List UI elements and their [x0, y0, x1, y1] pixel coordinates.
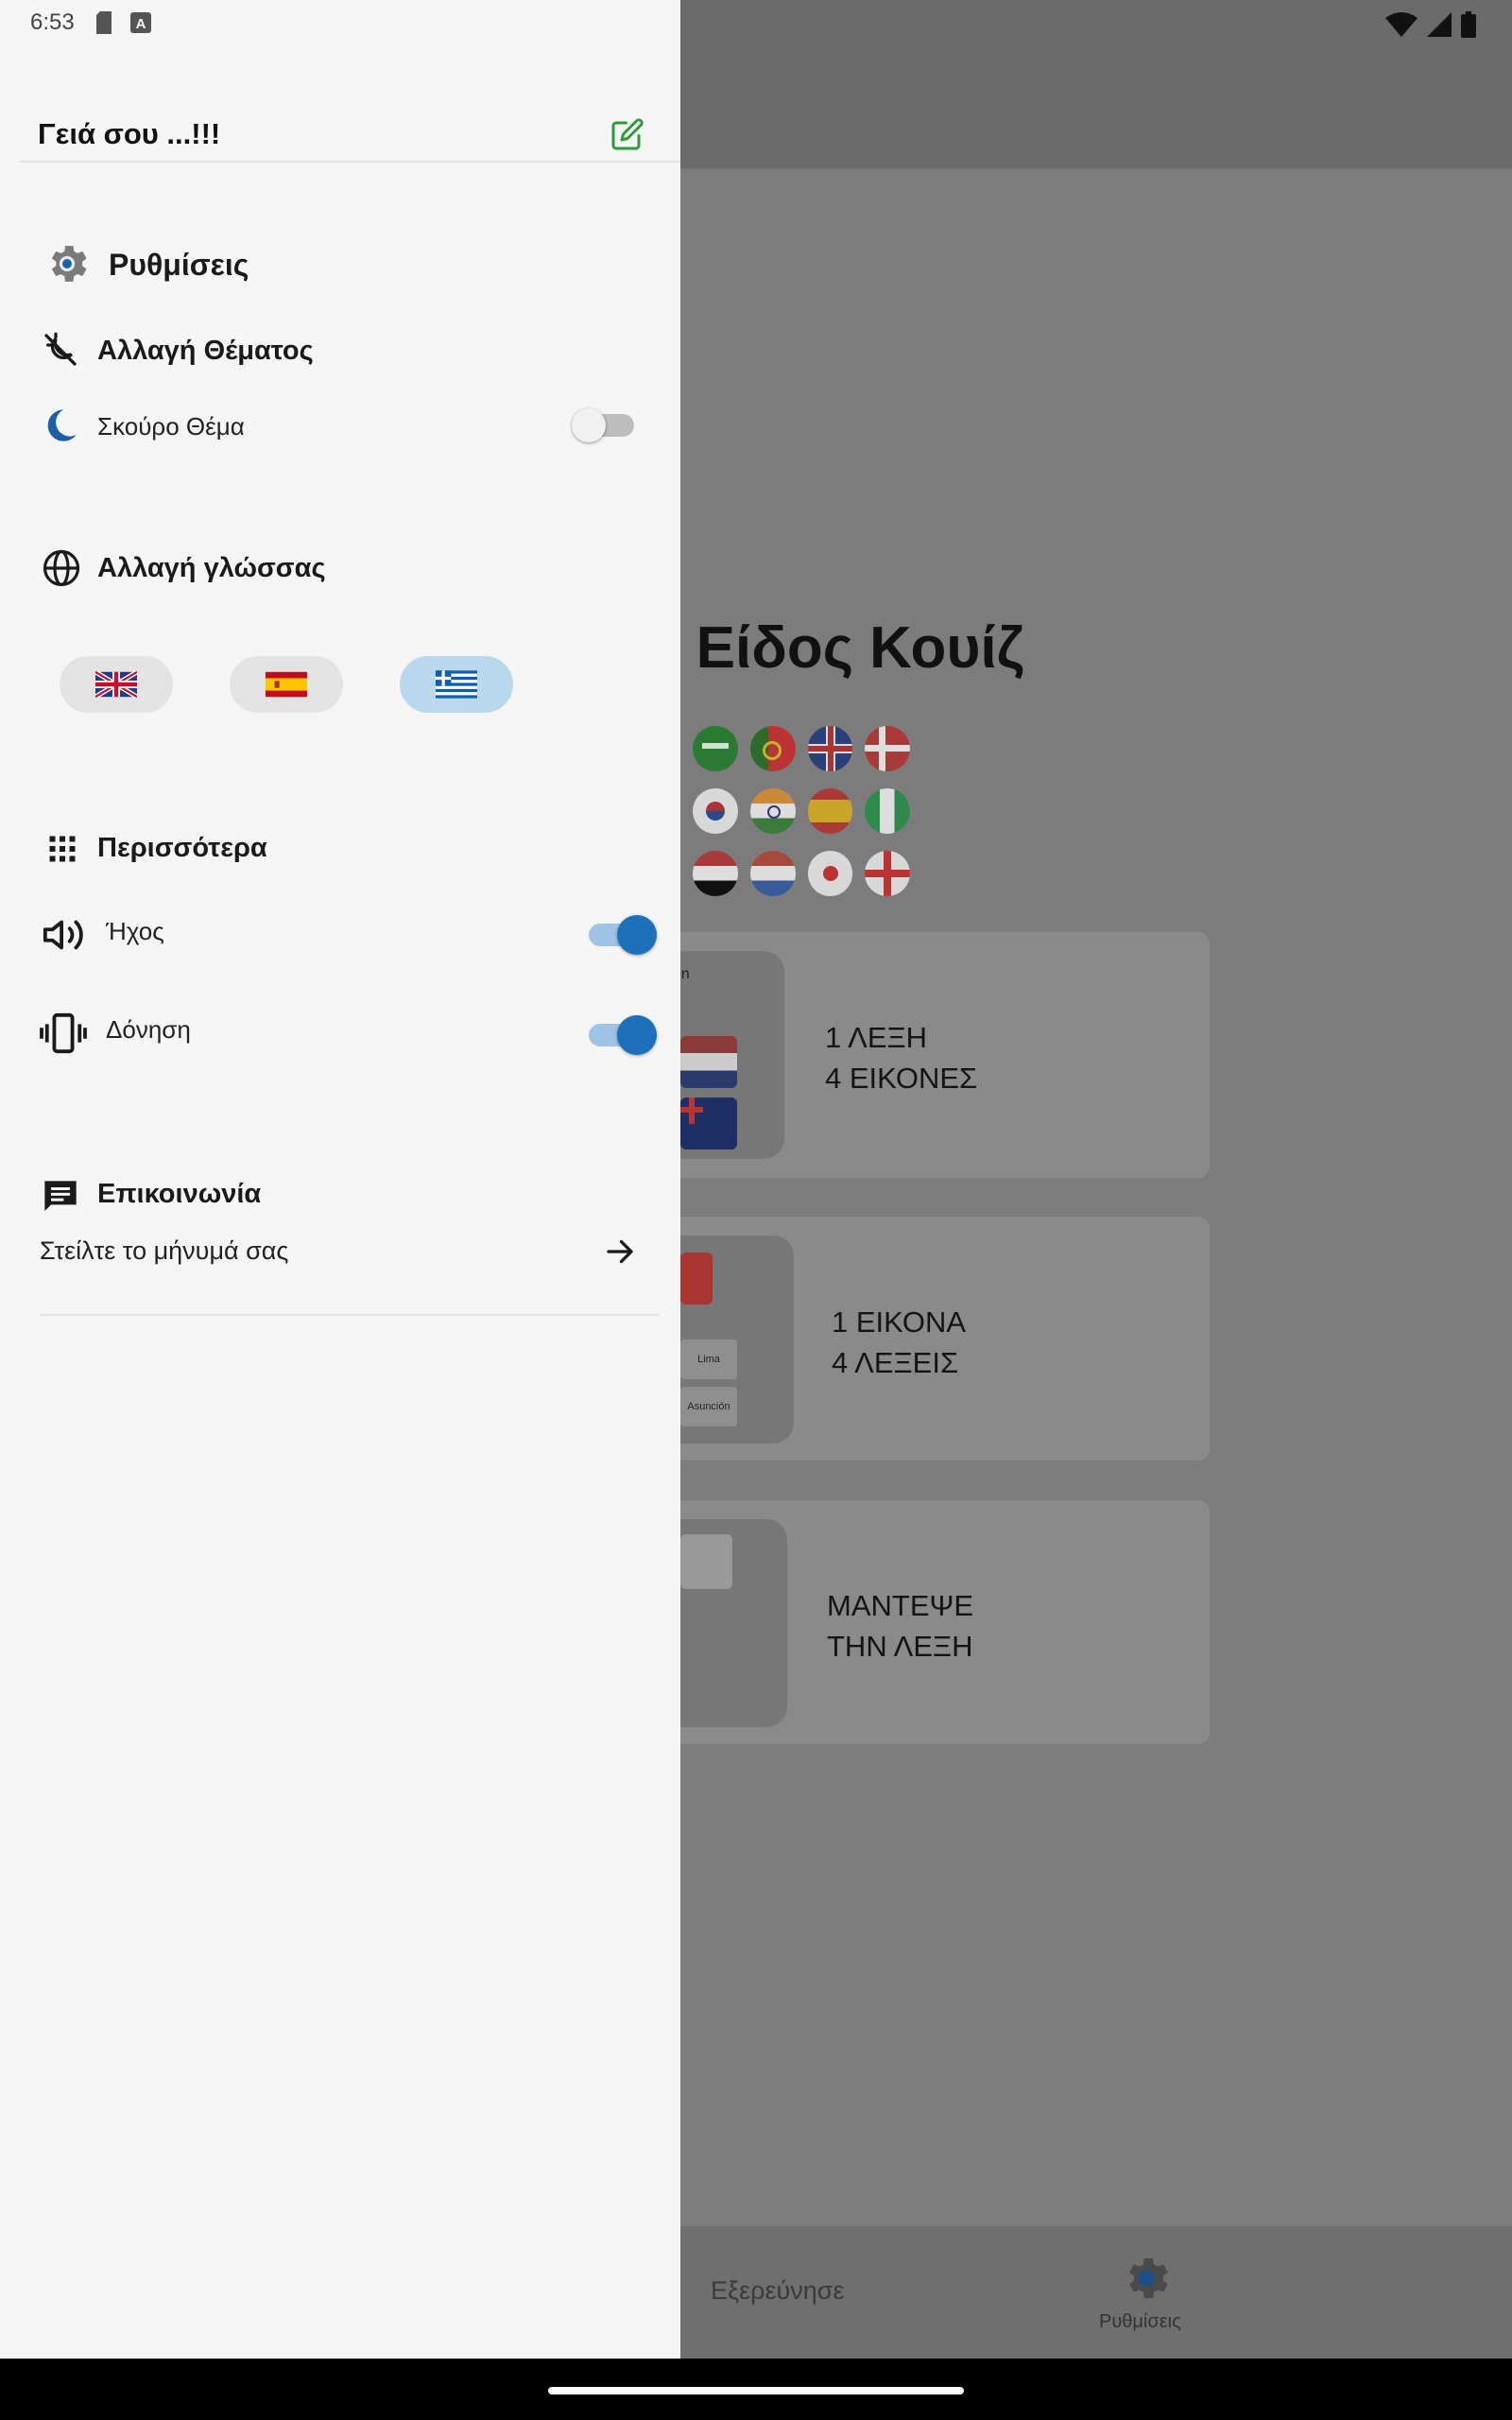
quiz-type-title: ε Είδος Κουίζ [652, 615, 1024, 681]
answer-chip-lima: Lima [680, 1340, 737, 1379]
answer-chip-asuncion: Asunción [680, 1387, 737, 1426]
australia-mini-flag-icon [680, 1098, 737, 1150]
sd-card-icon [96, 11, 112, 34]
nav-explore-label[interactable]: Εξερεύνησε [711, 2276, 845, 2306]
header-divider [19, 161, 680, 163]
language-section-title: Αλλαγή γλώσσας [97, 553, 326, 583]
apps-grid-icon [49, 836, 76, 862]
quiz-card-3-line2: ΤΗΝ ΛΕΞΗ [827, 1630, 973, 1663]
status-icons-left: A [94, 11, 151, 34]
wifi-icon [1385, 12, 1418, 37]
dark-theme-switch[interactable] [572, 408, 638, 442]
quiz-card-3-line1: ΜΑΝΤΕΨΕ [827, 1589, 974, 1622]
japan-flag-icon [807, 851, 853, 896]
vibration-icon [40, 1012, 87, 1054]
theme-section-title: Αλλαγή Θέματος [97, 336, 314, 366]
england-flag-icon [865, 851, 910, 896]
arrow-right-icon[interactable] [603, 1235, 637, 1269]
netherlands-flag-icon [749, 851, 796, 896]
quiz-card-1-line1: 1 ΛΕΞΗ [825, 1021, 928, 1054]
sound-label: Ήχος [106, 917, 164, 945]
cell-signal-icon [1427, 12, 1452, 37]
denmark-flag-icon [865, 726, 910, 771]
svg-text:A: A [136, 16, 146, 32]
settings-title: Ρυθμίσεις [109, 248, 249, 282]
home-gesture-handle[interactable] [548, 2387, 964, 2394]
portugal-flag-icon [749, 726, 796, 771]
word-box [680, 1534, 732, 1589]
spain-flag-icon [807, 788, 853, 834]
uk-flag-icon [807, 726, 853, 771]
india-flag-icon [749, 788, 796, 834]
language-english-button[interactable] [60, 656, 173, 713]
country-flags-grid [693, 726, 910, 913]
quiz-card-2-thumbnail: Lima Asunción [662, 1236, 794, 1443]
edit-name-icon[interactable] [610, 117, 644, 151]
vibration-switch-thumb [617, 1015, 657, 1055]
status-time: 6:53 [30, 9, 75, 35]
message-icon [44, 1181, 77, 1211]
quiz-card-1[interactable]: on 1 ΛΕΞΗ 4 ΕΙΚΟΝΕΣ [662, 932, 1210, 1178]
speaker-icon [43, 920, 83, 950]
system-gesture-area [0, 2359, 1512, 2420]
moon-icon [47, 409, 77, 441]
navigation-drawer: Γειά σου ...!!! Ρυθμίσεις Αλλαγή Θέματος… [0, 0, 680, 2359]
dark-theme-label: Σκούρο Θέμα [97, 412, 245, 441]
contact-section-title: Επικοινωνία [97, 1179, 262, 1209]
language-spanish-button[interactable] [230, 656, 343, 713]
status-icons-right [1385, 11, 1476, 38]
letter-keys [680, 1661, 728, 1718]
send-message-label: Στείλτε το μήνυμά σας [40, 1236, 289, 1265]
theme-change-icon [44, 332, 77, 366]
saudi-flag-icon [693, 726, 738, 771]
sound-switch[interactable] [589, 915, 657, 955]
quiz-card-2-line2: 4 ΛΕΞΕΙΣ [832, 1346, 959, 1379]
vibration-label: Δόνηση [106, 1015, 191, 1044]
battery-icon [1461, 11, 1476, 38]
spain-flag-icon [266, 671, 307, 698]
settings-gear-icon [51, 246, 87, 282]
globe-icon [43, 549, 80, 587]
dark-theme-switch-thumb [572, 408, 606, 442]
vibration-switch[interactable] [589, 1015, 657, 1055]
nigeria-flag-icon [865, 788, 910, 834]
quiz-card-2[interactable]: Lima Asunción 1 ΕΙΚΟΝΑ 4 ΛΕΞΕΙΣ [662, 1217, 1210, 1461]
netherlands-mini-flag-icon [680, 1036, 737, 1088]
font-a-icon: A [130, 12, 151, 33]
send-message-row[interactable]: Στείλτε το μήνυμά σας [40, 1229, 644, 1276]
quiz-card-3[interactable]: ΜΑΝΤΕΨΕ ΤΗΝ ΛΕΞΗ [662, 1500, 1210, 1744]
settings-gear-nav-icon[interactable] [1118, 2250, 1175, 2307]
quiz-card-2-line1: 1 ΕΙΚΟΝΑ [832, 1305, 967, 1339]
peru-mini-flag-icon [680, 1253, 713, 1305]
south-korea-flag-icon [693, 788, 738, 834]
greeting-title: Γειά σου ...!!! [38, 117, 221, 150]
quiz-card-1-line2: 4 ΕΙΚΟΝΕΣ [825, 1062, 978, 1095]
uk-flag-icon [95, 671, 137, 698]
sound-switch-thumb [617, 915, 657, 955]
language-greek-button[interactable] [400, 656, 513, 713]
contact-divider [40, 1314, 659, 1316]
yemen-flag-icon [693, 851, 738, 896]
more-section-title: Περισσότερα [97, 833, 267, 863]
greece-flag-icon [436, 670, 477, 699]
nav-settings-label[interactable]: Ρυθμίσεις [1099, 2311, 1181, 2333]
